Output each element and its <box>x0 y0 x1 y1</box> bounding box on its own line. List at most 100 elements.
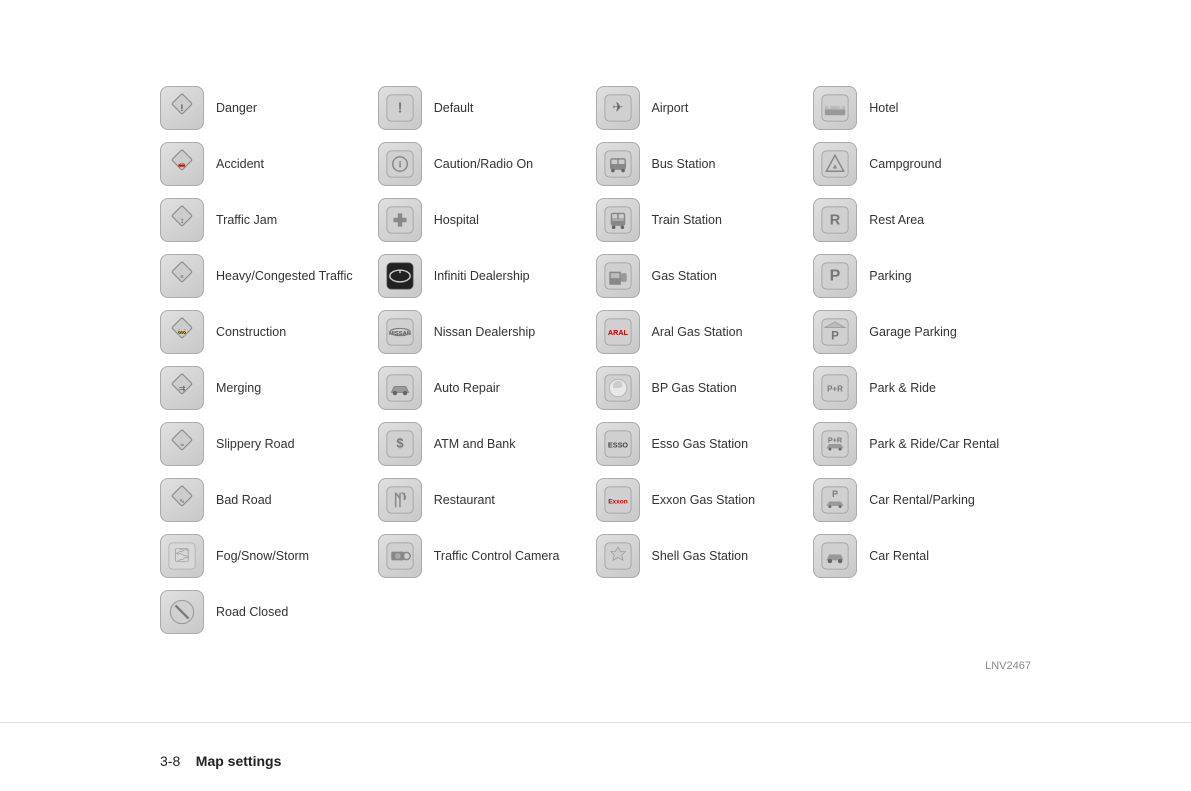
esso-gas-icon: ESSO <box>596 422 640 466</box>
list-item: ESSO Esso Gas Station <box>596 416 814 472</box>
slippery-label: Slippery Road <box>216 436 295 452</box>
default-label: Default <box>434 100 474 116</box>
traffic-camera-label: Traffic Control Camera <box>434 548 560 564</box>
nissan-icon: NISSAN <box>378 310 422 354</box>
atm-bank-icon: $ <box>378 422 422 466</box>
list-item: 🚗 Accident <box>160 136 378 192</box>
caution-radio-label: Caution/Radio On <box>434 156 533 172</box>
list-item: Restaurant <box>378 472 596 528</box>
park-ride-label: Park & Ride <box>869 380 936 396</box>
reference-code: LNV2467 <box>985 660 1031 672</box>
page-reference: LNV2467 <box>160 660 1031 672</box>
restaurant-label: Restaurant <box>434 492 495 508</box>
column-4: Hotel ▲ Campground R <box>813 80 1031 640</box>
list-item: ✈ Airport <box>596 80 814 136</box>
atm-bank-label: ATM and Bank <box>434 436 516 452</box>
svg-text:!: ! <box>180 103 183 114</box>
slippery-icon: ≈ <box>160 422 204 466</box>
aral-gas-icon: ARAL <box>596 310 640 354</box>
airport-icon: ✈ <box>596 86 640 130</box>
caution-radio-icon: i <box>378 142 422 186</box>
bad-road-icon: ∿ <box>160 478 204 522</box>
svg-text:P+R: P+R <box>828 436 843 445</box>
list-item: P+R Park & Ride/Car Rental <box>813 416 1031 472</box>
traffic-camera-icon <box>378 534 422 578</box>
svg-text:i: i <box>398 160 401 171</box>
gas-station-icon <box>596 254 640 298</box>
rest-area-icon: R <box>813 198 857 242</box>
exxon-gas-label: Exxon Gas Station <box>652 492 756 508</box>
svg-text:▲: ▲ <box>832 161 839 170</box>
road-closed-label: Road Closed <box>216 604 288 620</box>
svg-text:P: P <box>832 489 838 499</box>
svg-text:ESSO: ESSO <box>607 441 628 450</box>
hotel-icon <box>813 86 857 130</box>
list-item: ↕ Traffic Jam <box>160 192 378 248</box>
gas-station-label: Gas Station <box>652 268 717 284</box>
park-ride-rental-icon: P+R <box>813 422 857 466</box>
restaurant-icon <box>378 478 422 522</box>
footer-label: 3-8 Map settings <box>160 753 281 769</box>
svg-text:🚧: 🚧 <box>177 328 186 337</box>
traffic-jam-icon: ↕ <box>160 198 204 242</box>
parking-label: Parking <box>869 268 911 284</box>
bus-station-label: Bus Station <box>652 156 716 172</box>
accident-icon: 🚗 <box>160 142 204 186</box>
car-rental-parking-label: Car Rental/Parking <box>869 492 975 508</box>
auto-repair-label: Auto Repair <box>434 380 500 396</box>
svg-text:↕: ↕ <box>180 216 184 225</box>
campground-icon: ▲ <box>813 142 857 186</box>
train-station-icon <box>596 198 640 242</box>
svg-text:P: P <box>830 267 841 284</box>
infiniti-label: Infiniti Dealership <box>434 268 530 284</box>
traffic-jam-label: Traffic Jam <box>216 212 277 228</box>
main-content: ! Danger 🚗 Accident <box>0 0 1191 712</box>
parking-icon: P <box>813 254 857 298</box>
footer-chapter: 3-8 <box>160 753 180 769</box>
svg-text:$: $ <box>396 436 404 451</box>
rest-area-label: Rest Area <box>869 212 924 228</box>
column-3: ✈ Airport Bus Station <box>596 80 814 640</box>
bp-gas-label: BP Gas Station <box>652 380 737 396</box>
bp-gas-icon <box>596 366 640 410</box>
fog-icon: 🌫 <box>160 534 204 578</box>
svg-text:ARAL: ARAL <box>607 328 628 337</box>
road-closed-icon <box>160 590 204 634</box>
construction-icon: 🚧 <box>160 310 204 354</box>
garage-parking-label: Garage Parking <box>869 324 957 340</box>
list-item: P Car Rental/Parking <box>813 472 1031 528</box>
list-item: ≈ Slippery Road <box>160 416 378 472</box>
train-station-label: Train Station <box>652 212 722 228</box>
park-ride-icon: P+R <box>813 366 857 410</box>
list-item: ⇉ Merging <box>160 360 378 416</box>
car-rental-label: Car Rental <box>869 548 929 564</box>
list-item: ! Danger <box>160 80 378 136</box>
car-rental-icon <box>813 534 857 578</box>
danger-icon: ! <box>160 86 204 130</box>
heavy-traffic-icon: ≡ <box>160 254 204 298</box>
shell-gas-label: Shell Gas Station <box>652 548 749 564</box>
list-item: ▲ Campground <box>813 136 1031 192</box>
list-item: Road Closed <box>160 584 378 640</box>
car-rental-parking-icon: P <box>813 478 857 522</box>
hospital-icon <box>378 198 422 242</box>
list-item: Train Station <box>596 192 814 248</box>
svg-text:P+R: P+R <box>827 385 843 394</box>
heavy-traffic-label: Heavy/Congested Traffic <box>216 268 353 284</box>
default-icon: ! <box>378 86 422 130</box>
list-item: Auto Repair <box>378 360 596 416</box>
svg-text:P: P <box>831 329 839 342</box>
nissan-label: Nissan Dealership <box>434 324 535 340</box>
danger-label: Danger <box>216 100 257 116</box>
bus-station-icon <box>596 142 640 186</box>
icons-grid: ! Danger 🚗 Accident <box>160 80 1031 640</box>
merging-icon: ⇉ <box>160 366 204 410</box>
esso-gas-label: Esso Gas Station <box>652 436 749 452</box>
list-item: 🌫 Fog/Snow/Storm <box>160 528 378 584</box>
hospital-label: Hospital <box>434 212 479 228</box>
list-item: $ ATM and Bank <box>378 416 596 472</box>
garage-parking-icon: P <box>813 310 857 354</box>
list-item: R Rest Area <box>813 192 1031 248</box>
auto-repair-icon <box>378 366 422 410</box>
svg-text:⇉: ⇉ <box>179 384 186 393</box>
